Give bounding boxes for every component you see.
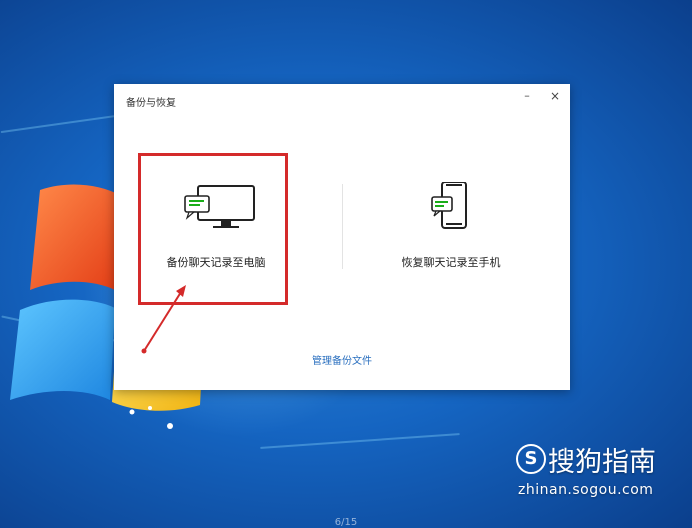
option-divider bbox=[342, 184, 343, 269]
sogou-watermark: S 搜狗指南 zhinan.sogou.com bbox=[514, 438, 684, 498]
close-button[interactable]: × bbox=[546, 88, 564, 104]
backup-restore-dialog: 备份与恢复 – × 备份聊天记录至电脑 恢复聊天记录至手机 管理备份文件 bbox=[114, 84, 570, 390]
restore-to-phone-option[interactable]: 恢复聊天记录至手机 bbox=[376, 154, 526, 304]
manage-backup-files-link[interactable]: 管理备份文件 bbox=[114, 352, 570, 367]
watermark-url: zhinan.sogou.com bbox=[518, 482, 654, 498]
page-indicator: 6/15 bbox=[334, 517, 358, 528]
minimize-button[interactable]: – bbox=[518, 88, 536, 104]
phone-chat-icon bbox=[431, 182, 467, 229]
restore-option-label: 恢复聊天记录至手机 bbox=[401, 256, 501, 269]
monitor-chat-icon bbox=[184, 185, 255, 228]
backup-to-pc-option[interactable]: 备份聊天记录至电脑 bbox=[141, 154, 291, 304]
sogou-logo-icon: S bbox=[516, 444, 546, 474]
backup-option-label: 备份聊天记录至电脑 bbox=[166, 256, 266, 269]
watermark-brand: 搜狗指南 bbox=[548, 447, 656, 478]
dialog-title: 备份与恢复 bbox=[126, 98, 176, 109]
